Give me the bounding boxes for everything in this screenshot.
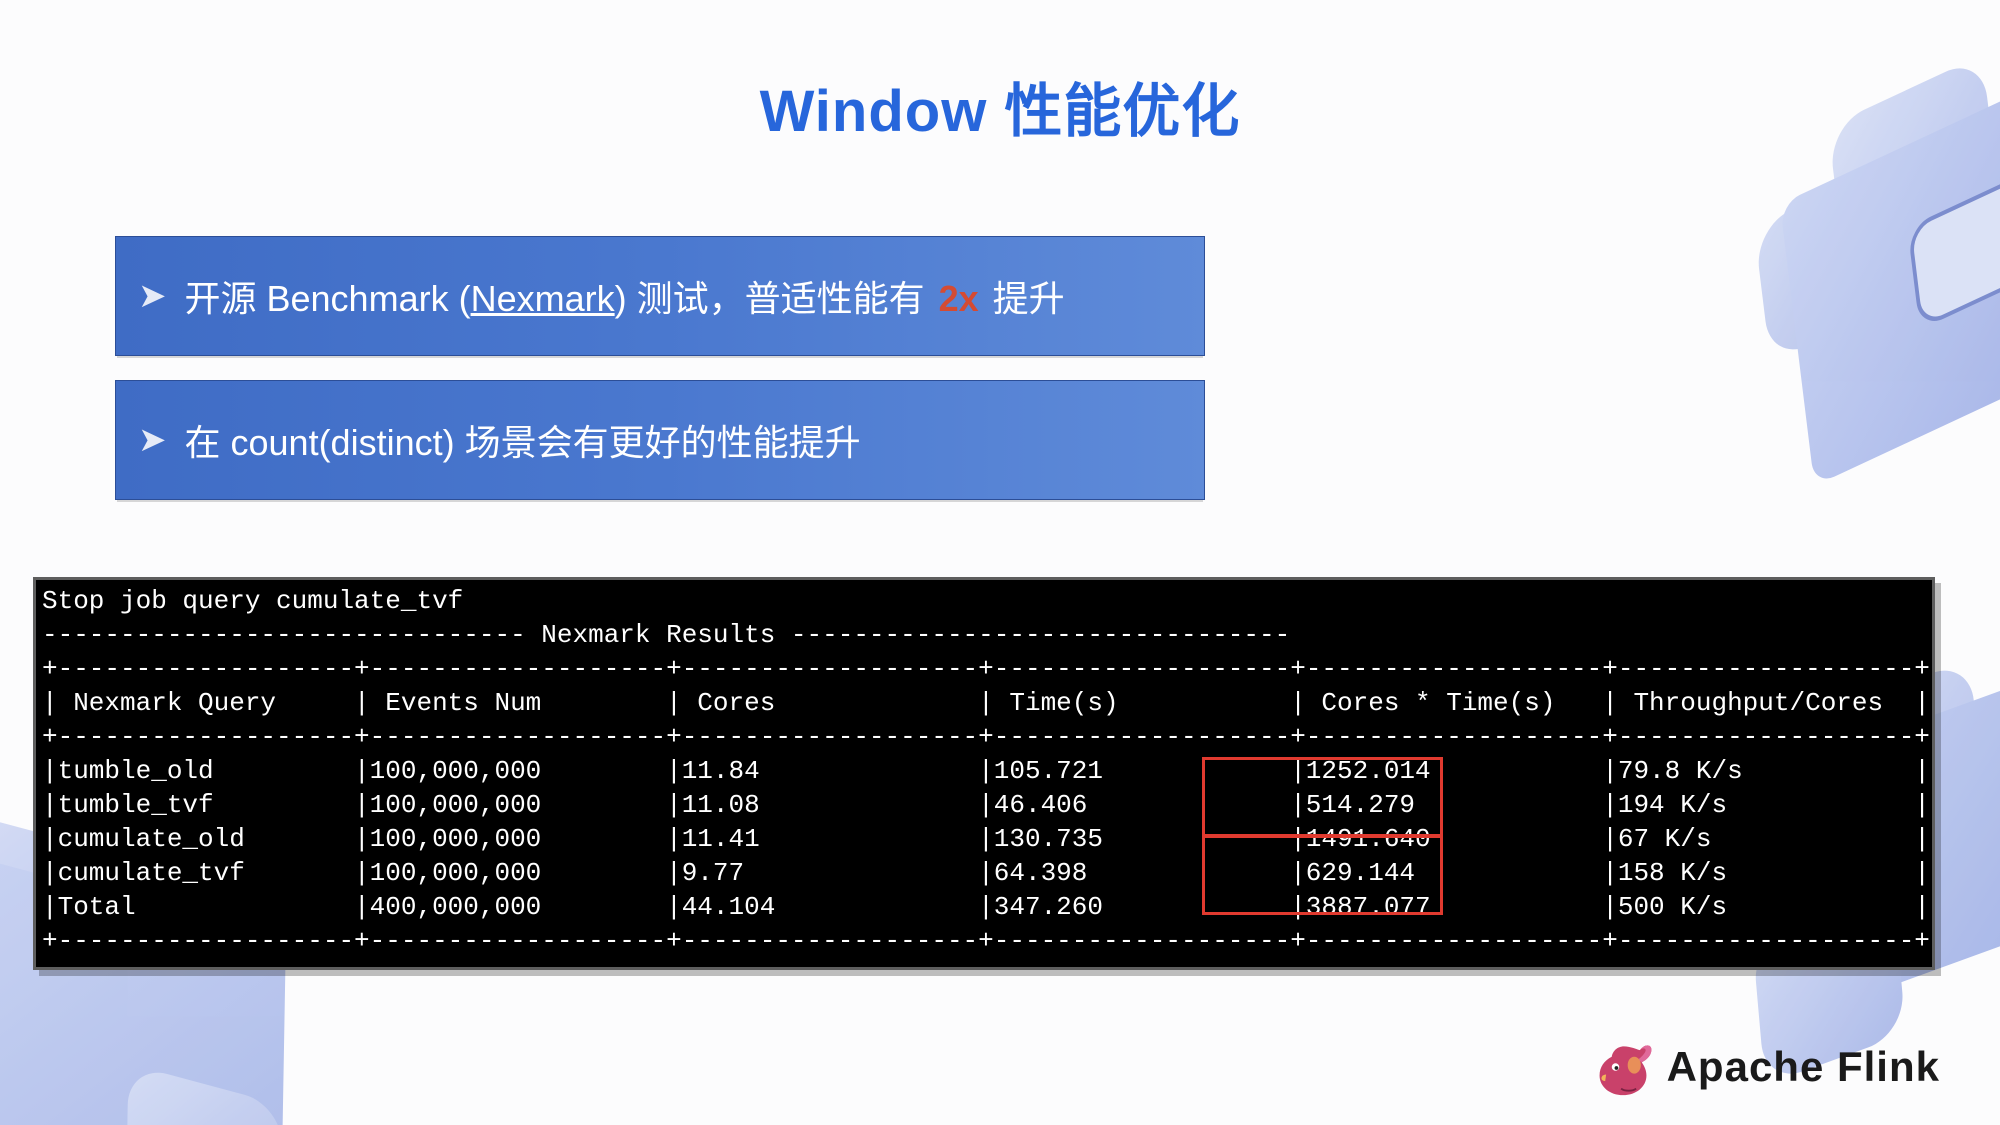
bullet-2-text: 在 count(distinct) 场景会有更好的性能提升 [185,414,861,466]
bullet-1-highlight-2x: 2x [935,278,983,319]
terminal-sep: +-------------------+-------------------… [42,924,1926,958]
bullet-1-mid: ) 测试，普适性能有 [615,278,935,319]
terminal-row: |tumble_old |100,000,000 |11.84 |105.721… [42,754,1926,788]
flink-squirrel-icon [1593,1037,1653,1097]
terminal-head: | Nexmark Query | Events Num | Cores | T… [42,686,1926,720]
terminal-row: |tumble_tvf |100,000,000 |11.08 |46.406 … [42,788,1926,822]
bullet-2: ➤ 在 count(distinct) 场景会有更好的性能提升 [115,380,1205,500]
terminal-output: Stop job query cumulate_tvf ------------… [33,577,1935,970]
slide-title: Window 性能优化 [0,64,2000,148]
terminal-sep: +-------------------+-------------------… [42,652,1926,686]
bullet-arrow-icon: ➤ [138,276,167,316]
terminal-row: |Total |400,000,000 |44.104 |347.260 |38… [42,890,1926,924]
terminal-sep: +-------------------+-------------------… [42,720,1926,754]
bullet-1-post: 提升 [983,278,1065,319]
bullet-1: ➤ 开源 Benchmark (Nexmark) 测试，普适性能有 2x 提升 [115,236,1205,356]
footer-brand: Apache Flink [1593,1037,1940,1097]
terminal-line: ------------------------------- Nexmark … [42,618,1926,652]
bullet-arrow-icon: ➤ [138,420,167,460]
bullet-1-link-nexmark[interactable]: Nexmark [471,278,615,319]
terminal-line: Stop job query cumulate_tvf [42,584,1926,618]
bullet-1-pre: 开源 Benchmark ( [185,278,471,319]
terminal-row: |cumulate_tvf |100,000,000 |9.77 |64.398… [42,856,1926,890]
terminal-row: |cumulate_old |100,000,000 |11.41 |130.7… [42,822,1926,856]
footer-brand-text: Apache Flink [1667,1043,1940,1091]
